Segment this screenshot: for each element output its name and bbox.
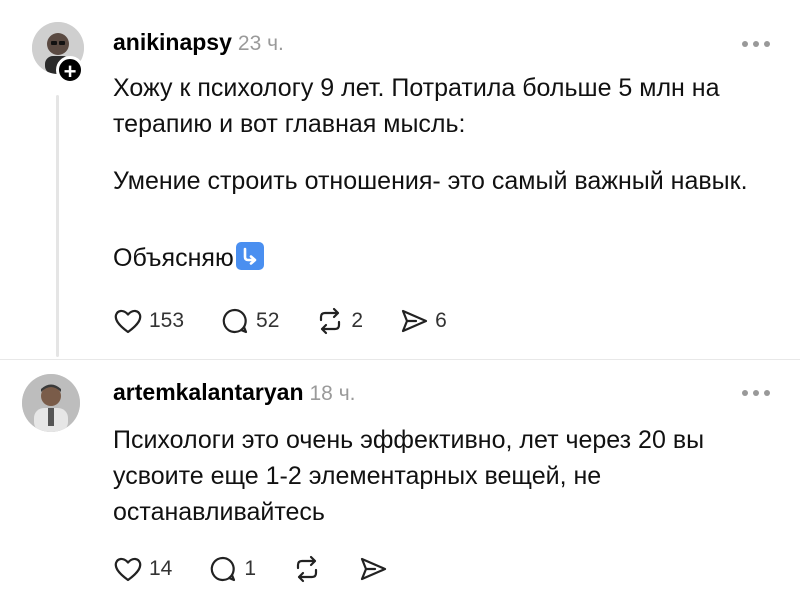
post-text-line: Объясняю — [113, 240, 783, 276]
post-text: Объясняю — [113, 244, 234, 272]
post-header: anikinapsy 23 ч. — [113, 29, 284, 56]
like-button[interactable]: 153 — [113, 307, 184, 335]
action-bar: 14 1 — [113, 554, 424, 584]
username[interactable]: artemkalantaryan — [113, 379, 304, 405]
share-count: 6 — [435, 309, 447, 332]
share-button[interactable]: 6 — [399, 307, 447, 335]
repost-button[interactable] — [292, 554, 322, 584]
comment-button[interactable]: 1 — [208, 554, 256, 584]
more-options-icon[interactable] — [742, 388, 770, 398]
send-icon — [401, 309, 428, 333]
heart-icon — [114, 557, 142, 582]
post-text: Психологи это очень эффективно, лет чере… — [113, 426, 705, 526]
comment-count: 1 — [244, 557, 257, 580]
username[interactable]: anikinapsy — [113, 29, 232, 55]
post-time: 23 ч. — [237, 32, 284, 55]
avatar[interactable] — [22, 374, 80, 432]
repost-icon — [320, 307, 341, 335]
comment-icon — [222, 308, 248, 334]
comment-button[interactable]: 52 — [220, 306, 279, 336]
thread-line — [56, 95, 59, 357]
like-count: 153 — [149, 309, 185, 332]
repost-count: 2 — [351, 309, 364, 332]
follow-button[interactable]: + — [56, 56, 84, 84]
repost-icon — [296, 555, 318, 583]
more-options-icon[interactable] — [742, 39, 770, 49]
action-bar: 153 52 2 6 — [113, 306, 483, 336]
send-icon — [360, 557, 387, 581]
share-button[interactable] — [358, 555, 388, 583]
comment-icon — [211, 556, 236, 582]
post-time: 18 ч. — [309, 382, 356, 405]
like-count: 14 — [149, 557, 173, 580]
like-button[interactable]: 14 — [113, 555, 172, 583]
heart-icon — [114, 309, 142, 334]
avatar-image — [22, 374, 80, 432]
post-text: Хожу к психологу 9 лет. Потратила больше… — [113, 74, 720, 138]
post-header: artemkalantaryan 18 ч. — [113, 379, 355, 406]
arrow-down-right-emoji-icon — [235, 242, 264, 270]
thread-post: + anikinapsy 23 ч. Хожу к психологу 9 лет… — [0, 0, 800, 360]
comment-count: 52 — [256, 309, 280, 332]
thread-post: artemkalantaryan 18 ч. Психологи это очен… — [0, 360, 800, 614]
repost-button[interactable]: 2 — [315, 306, 363, 336]
post-text: Умение строить отношения- это самый важн… — [113, 167, 748, 195]
